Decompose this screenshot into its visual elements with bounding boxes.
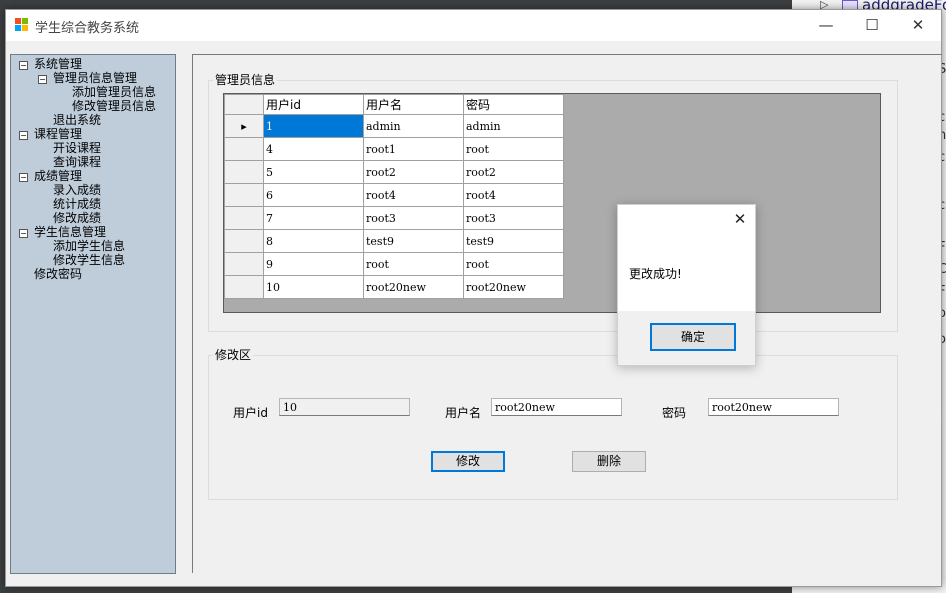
- admin-data-grid[interactable]: 用户id 用户名 密码 ▸ 1 admin admin 4 root1 root…: [223, 93, 881, 313]
- nav-tree[interactable]: − 系统管理 − 管理员信息管理 添加管理员信息 修改管理员信息 退出系统 − …: [10, 54, 176, 574]
- tree-item-student[interactable]: 学生信息管理: [34, 225, 106, 239]
- row-header[interactable]: [224, 275, 264, 299]
- row-header[interactable]: [224, 160, 264, 184]
- collapse-icon[interactable]: −: [19, 61, 28, 70]
- table-row[interactable]: 4 root1 root: [224, 137, 564, 161]
- tree-item-change-password[interactable]: 修改密码: [34, 267, 82, 281]
- edit-group-title: 修改区: [213, 346, 254, 363]
- column-header-userid[interactable]: 用户id: [263, 94, 364, 115]
- tree-item-stat-grade[interactable]: 统计成绩: [53, 197, 101, 211]
- minimize-button[interactable]: —: [803, 10, 849, 41]
- column-header-password[interactable]: 密码: [463, 94, 564, 115]
- table-row[interactable]: 5 root2 root2: [224, 160, 564, 184]
- username-field[interactable]: [491, 398, 622, 416]
- table-cell[interactable]: root20new: [363, 275, 464, 299]
- userid-label: 用户id: [233, 406, 268, 420]
- tree-item-admin-info[interactable]: 管理员信息管理: [53, 71, 137, 85]
- title-bar[interactable]: 学生综合教务系统 — ☐ ✕: [6, 10, 941, 41]
- table-row[interactable]: ▸ 1 admin admin: [224, 114, 564, 138]
- table-cell[interactable]: 4: [263, 137, 364, 161]
- table-row[interactable]: 10 root20new root20new: [224, 275, 564, 299]
- table-cell[interactable]: root4: [463, 183, 564, 207]
- table-row[interactable]: 9 root root: [224, 252, 564, 276]
- modify-button[interactable]: 修改: [431, 451, 505, 472]
- tree-item-open-course[interactable]: 开设课程: [53, 141, 101, 155]
- main-window: 学生综合教务系统 — ☐ ✕ − 系统管理 − 管理员信息管理 添加管理员信息 …: [5, 9, 942, 587]
- message-box: ✕ 更改成功! 确定: [617, 204, 756, 366]
- ok-button[interactable]: 确定: [650, 323, 736, 351]
- table-cell[interactable]: admin: [463, 114, 564, 138]
- admin-info-title: 管理员信息: [213, 71, 278, 88]
- table-cell[interactable]: 5: [263, 160, 364, 184]
- tree-item-add-admin[interactable]: 添加管理员信息: [72, 85, 156, 99]
- tree-item-enter-grade[interactable]: 录入成绩: [53, 183, 101, 197]
- table-cell[interactable]: test9: [363, 229, 464, 253]
- table-cell[interactable]: test9: [463, 229, 564, 253]
- table-cell[interactable]: 8: [263, 229, 364, 253]
- maximize-button[interactable]: ☐: [849, 10, 895, 41]
- window-title: 学生综合教务系统: [35, 21, 140, 36]
- edit-group: [208, 355, 898, 500]
- tree-item-query-course[interactable]: 查询课程: [53, 155, 101, 169]
- table-row[interactable]: 6 root4 root4: [224, 183, 564, 207]
- message-footer: 确定: [618, 311, 755, 365]
- collapse-icon[interactable]: −: [38, 75, 47, 84]
- tree-item-grade[interactable]: 成绩管理: [34, 169, 82, 183]
- delete-button[interactable]: 删除: [572, 451, 646, 472]
- table-cell[interactable]: admin: [363, 114, 464, 138]
- tree-item-modify-admin[interactable]: 修改管理员信息: [72, 99, 156, 113]
- row-header[interactable]: [224, 137, 264, 161]
- table-row[interactable]: 8 test9 test9: [224, 229, 564, 253]
- table-cell[interactable]: 6: [263, 183, 364, 207]
- table-cell[interactable]: root2: [463, 160, 564, 184]
- collapse-icon[interactable]: −: [19, 173, 28, 182]
- table-cell[interactable]: root1: [363, 137, 464, 161]
- table-cell[interactable]: root: [463, 252, 564, 276]
- tree-item-add-student[interactable]: 添加学生信息: [53, 239, 125, 253]
- row-header[interactable]: [224, 206, 264, 230]
- userid-field[interactable]: [279, 398, 410, 416]
- table-cell[interactable]: root: [463, 137, 564, 161]
- password-field[interactable]: [708, 398, 839, 416]
- table-cell[interactable]: 7: [263, 206, 364, 230]
- tree-item-course[interactable]: 课程管理: [34, 127, 82, 141]
- row-header-corner: [224, 94, 264, 115]
- table-row[interactable]: 7 root3 root3: [224, 206, 564, 230]
- column-header-username[interactable]: 用户名: [363, 94, 464, 115]
- message-text: 更改成功!: [629, 267, 682, 281]
- table-cell[interactable]: root3: [463, 206, 564, 230]
- current-row-icon[interactable]: ▸: [224, 114, 264, 138]
- table-cell[interactable]: root4: [363, 183, 464, 207]
- table-cell[interactable]: 1: [263, 114, 364, 138]
- row-header[interactable]: [224, 229, 264, 253]
- password-label: 密码: [662, 406, 687, 420]
- table-cell[interactable]: root3: [363, 206, 464, 230]
- tree-item-modify-grade[interactable]: 修改成绩: [53, 211, 101, 225]
- tree-item-system[interactable]: 系统管理: [34, 57, 82, 71]
- close-button[interactable]: ✕: [895, 10, 941, 41]
- table-cell[interactable]: root2: [363, 160, 464, 184]
- table-cell[interactable]: 9: [263, 252, 364, 276]
- table-cell[interactable]: root20new: [463, 275, 564, 299]
- tree-item-modify-student[interactable]: 修改学生信息: [53, 253, 125, 267]
- collapse-icon[interactable]: −: [19, 131, 28, 140]
- table-cell[interactable]: 10: [263, 275, 364, 299]
- row-header[interactable]: [224, 183, 264, 207]
- collapse-icon[interactable]: −: [19, 229, 28, 238]
- tree-item-exit[interactable]: 退出系统: [53, 113, 101, 127]
- table-cell[interactable]: root: [363, 252, 464, 276]
- app-icon: [15, 18, 29, 32]
- row-header[interactable]: [224, 252, 264, 276]
- grid-header-row: 用户id 用户名 密码: [224, 94, 564, 115]
- username-label: 用户名: [445, 406, 482, 420]
- close-icon[interactable]: ✕: [730, 209, 750, 229]
